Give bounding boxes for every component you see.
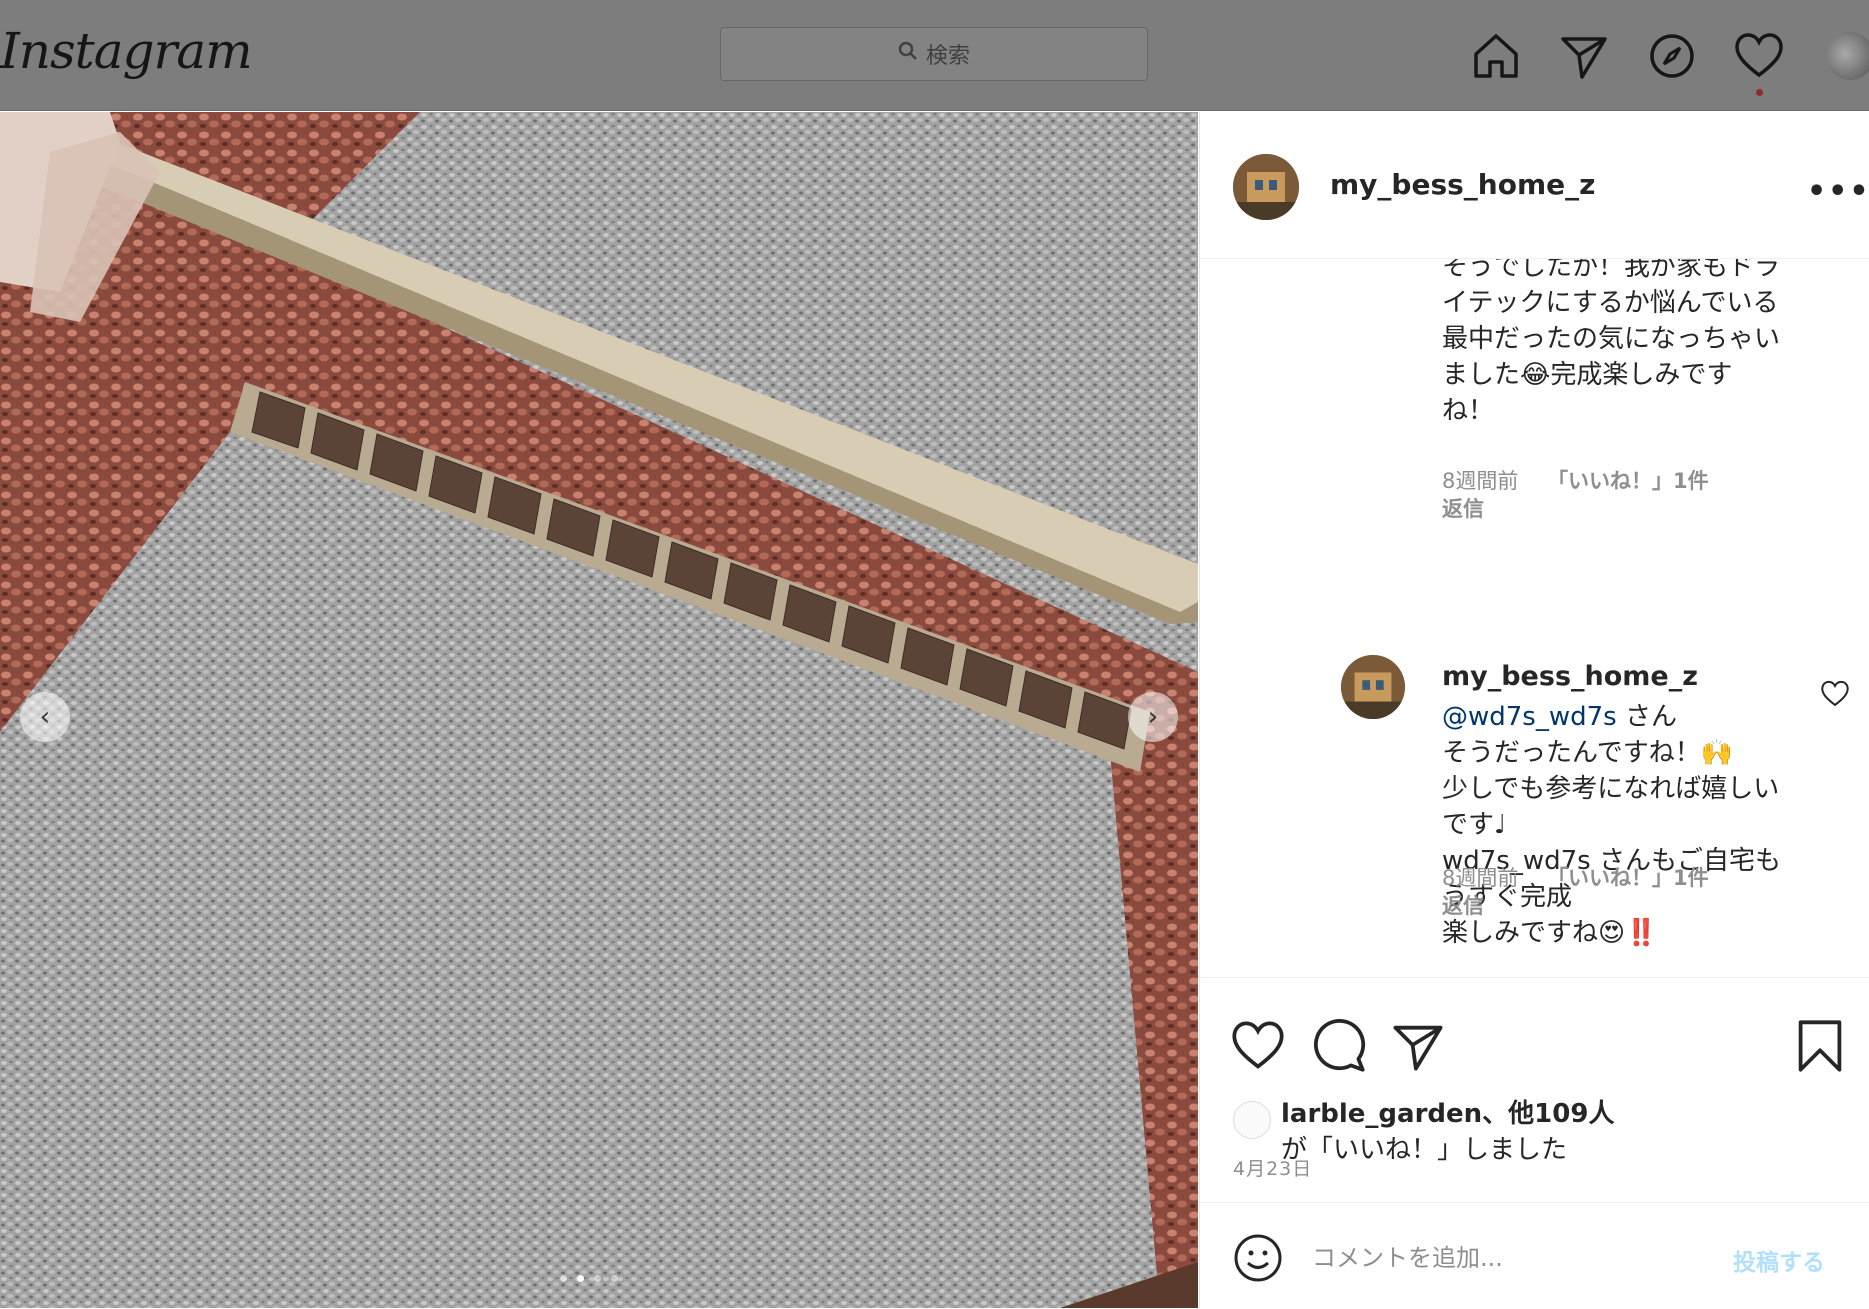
comment-meta: 8週間前 「いいね！」1件 返信 — [1442, 864, 1709, 920]
search-placeholder: 検索 — [925, 44, 970, 69]
bookmark-icon[interactable] — [1792, 1018, 1848, 1074]
like-heart-icon[interactable] — [1230, 1018, 1286, 1074]
comment-line: 少しでも参考になれば嬉しい — [1442, 774, 1780, 804]
mention-link[interactable]: @wd7s_wd7s — [1442, 702, 1617, 732]
comment-line: ね！ — [1442, 396, 1495, 426]
comment-bubble-icon[interactable] — [1311, 1018, 1367, 1074]
carousel-indicator — [560, 1275, 618, 1282]
comment-time[interactable]: 8週間前 — [1442, 469, 1518, 493]
comment-line: そうだったんですね！🙌 — [1442, 738, 1734, 768]
liked-by-link[interactable]: larble_garden、他109人 — [1281, 1099, 1614, 1129]
author-avatar[interactable] — [1233, 154, 1299, 220]
instagram-logo[interactable]: Instagram — [0, 22, 253, 80]
garden-path-image — [0, 112, 1198, 1308]
profile-avatar[interactable] — [1826, 32, 1869, 80]
commenter-avatar[interactable] — [1341, 655, 1405, 719]
commenter-username[interactable]: my_bess_home_z — [1442, 661, 1698, 692]
comment-line: 楽しみですね😍‼️ — [1442, 918, 1658, 948]
liked-suffix: が「いいね！」しました — [1281, 1135, 1568, 1165]
emoji-icon[interactable] — [1233, 1233, 1283, 1283]
comment-likes[interactable]: 「いいね！」1件 — [1547, 866, 1709, 890]
comment-line: です♩ — [1442, 810, 1507, 840]
top-navigation: Instagram 検索 — [0, 0, 1869, 111]
comment-line: ました😂完成楽しみです — [1442, 360, 1733, 390]
more-options-button[interactable]: ••• — [1807, 174, 1869, 209]
comment-text: そうでしたか！我が家もドラ イテックにするか悩んでいる 最中だったの気になっちゃ… — [1442, 259, 1780, 429]
carousel-dot-active — [577, 1275, 584, 1282]
reply-button[interactable]: 返信 — [1442, 894, 1484, 918]
home-icon[interactable] — [1470, 30, 1522, 82]
post-comment-button[interactable]: 投稿する — [1733, 1243, 1825, 1277]
search-bar[interactable]: 検索 — [720, 27, 1148, 81]
comment-input[interactable] — [1310, 1235, 1714, 1281]
carousel-dot — [611, 1275, 618, 1282]
comment-time[interactable]: 8週間前 — [1442, 866, 1518, 890]
share-direct-icon[interactable] — [1390, 1018, 1446, 1074]
reply-button[interactable]: 返信 — [1442, 497, 1484, 521]
author-username[interactable]: my_bess_home_z — [1330, 168, 1595, 201]
comment-likes[interactable]: 「いいね！」1件 — [1547, 469, 1709, 493]
carousel-next-button[interactable]: › — [1128, 692, 1178, 742]
activity-heart-icon[interactable] — [1733, 30, 1785, 82]
mention-suffix: さん — [1616, 702, 1677, 732]
post-date[interactable]: 4月23日 — [1233, 1154, 1312, 1181]
comment-line: 最中だったの気になっちゃい — [1442, 324, 1781, 354]
post-header: my_bess_home_z ••• — [1200, 112, 1869, 259]
direct-icon[interactable] — [1558, 30, 1610, 82]
comment-line: そうでしたか！我が家もドラ — [1442, 259, 1781, 282]
post-side-panel: my_bess_home_z ••• そうでしたか！我が家もドラ イテックにする… — [1199, 112, 1869, 1308]
liker-avatar[interactable] — [1233, 1101, 1271, 1139]
comment-like-heart-icon[interactable] — [1820, 679, 1850, 709]
carousel-dot — [560, 1275, 567, 1282]
likes-text: larble_garden、他109人 が「いいね！」しました — [1281, 1096, 1801, 1168]
notification-dot — [1756, 89, 1763, 96]
comments-list: そうでしたか！我が家もドラ イテックにするか悩んでいる 最中だったの気になっちゃ… — [1200, 259, 1869, 976]
comment-line: イテックにするか悩んでいる — [1442, 288, 1779, 318]
carousel-dot — [594, 1275, 601, 1282]
post-photo[interactable]: ‹ › — [0, 112, 1198, 1308]
comment-meta: 8週間前 「いいね！」1件 返信 — [1442, 467, 1709, 523]
add-comment-bar: 投稿する — [1200, 1202, 1869, 1309]
carousel-prev-button[interactable]: ‹ — [20, 692, 70, 742]
search-icon — [898, 41, 918, 67]
explore-icon[interactable] — [1646, 30, 1698, 82]
